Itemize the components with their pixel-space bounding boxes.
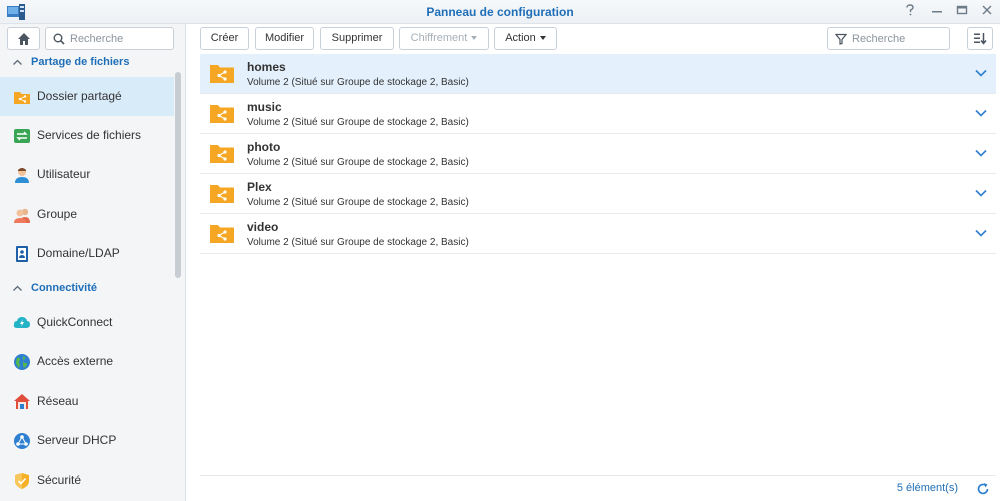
chevron-down-icon[interactable]: [974, 68, 988, 78]
chevron-down-icon[interactable]: [974, 188, 988, 198]
quickconnect-icon: [13, 317, 31, 328]
action-dropdown[interactable]: Action: [494, 27, 557, 50]
filter-icon: [835, 33, 847, 45]
window-title: Panneau de configuration: [426, 5, 574, 19]
encryption-dropdown[interactable]: Chiffrement: [399, 27, 489, 50]
dhcp-server-icon: [14, 433, 30, 449]
folder-description: Volume 2 (Situé sur Groupe de stockage 2…: [247, 197, 469, 208]
sidebar-item-external-access[interactable]: Accès externe: [0, 342, 174, 381]
action-label: Action: [505, 32, 536, 44]
sidebar-item-label: Serveur DHCP: [37, 433, 117, 447]
sidebar-item-label: Réseau: [37, 394, 79, 408]
sort-button[interactable]: [967, 27, 993, 50]
sidebar-item-label: Accès externe: [37, 354, 114, 368]
edit-button[interactable]: Modifier: [255, 27, 314, 50]
search-icon: [53, 33, 65, 45]
folder-description: Volume 2 (Situé sur Groupe de stockage 2…: [247, 157, 469, 168]
item-count: 5 élément(s): [896, 482, 958, 494]
chevron-down-icon[interactable]: [974, 108, 988, 118]
filter-search-input[interactable]: [852, 31, 946, 47]
sort-icon: [974, 33, 987, 45]
folder-name: homes: [247, 60, 286, 74]
sidebar-search: [45, 27, 174, 50]
shared-folder-list: homes Volume 2 (Situé sur Groupe de stoc…: [200, 54, 996, 254]
shared-folder-icon: [14, 92, 30, 104]
list-item[interactable]: photo Volume 2 (Situé sur Groupe de stoc…: [200, 134, 996, 174]
list-item[interactable]: music Volume 2 (Situé sur Groupe de stoc…: [200, 94, 996, 134]
control-panel-window: Panneau de configuration Recherche Parta…: [0, 0, 1000, 501]
main-panel: Créer Modifier Supprimer Chiffrement Act…: [187, 24, 1000, 501]
file-services-icon: [14, 129, 30, 143]
folder-name: video: [247, 220, 279, 234]
refresh-icon[interactable]: [976, 482, 990, 496]
shared-folder-icon: [210, 185, 234, 203]
section-file-sharing[interactable]: Partage de fichiers: [0, 53, 174, 73]
sidebar-item-shared-folder[interactable]: Dossier partagé: [0, 77, 174, 116]
sidebar-item-label: Utilisateur: [37, 167, 91, 181]
sidebar-item-domain-ldap[interactable]: Domaine/LDAP: [0, 234, 174, 273]
shared-folder-icon: [210, 145, 234, 163]
home-icon: [18, 33, 30, 45]
sidebar: Partage de fichiers Dossier partagé Serv…: [0, 24, 186, 501]
sidebar-item-quickconnect[interactable]: QuickConnect: [0, 303, 174, 342]
shared-folder-icon: [210, 105, 234, 123]
create-button[interactable]: Créer: [200, 27, 249, 50]
chevron-down-icon[interactable]: [974, 148, 988, 158]
folder-name: Plex: [247, 180, 272, 194]
external-access-icon: [14, 354, 30, 370]
list-item[interactable]: Plex Volume 2 (Situé sur Groupe de stock…: [200, 174, 996, 214]
filter-search: [827, 27, 950, 50]
sidebar-item-label: QuickConnect: [37, 315, 113, 329]
folder-description: Volume 2 (Situé sur Groupe de stockage 2…: [247, 237, 469, 248]
sidebar-item-security[interactable]: Sécurité: [0, 461, 174, 500]
sidebar-item-label: Groupe: [37, 207, 78, 221]
network-icon: [14, 394, 30, 409]
folder-name: photo: [247, 140, 281, 154]
home-button[interactable]: [7, 27, 40, 50]
close-icon[interactable]: [980, 4, 994, 18]
sidebar-item-label: Sécurité: [37, 473, 82, 487]
caret-down-icon: [471, 36, 478, 41]
sidebar-item-label: Services de fichiers: [37, 128, 142, 142]
shared-folder-icon: [210, 65, 234, 83]
sidebar-item-user[interactable]: Utilisateur: [0, 155, 174, 194]
folder-name: music: [247, 100, 282, 114]
sidebar-item-dhcp-server[interactable]: Serveur DHCP: [0, 421, 174, 460]
sidebar-item-label: Domaine/LDAP: [37, 246, 120, 260]
shared-folder-icon: [210, 225, 234, 243]
group-icon: [14, 208, 30, 223]
sidebar-item-group[interactable]: Groupe: [0, 195, 174, 234]
maximize-icon[interactable]: [955, 4, 969, 18]
section-label: Connectivité: [31, 282, 98, 294]
folder-description: Volume 2 (Situé sur Groupe de stockage 2…: [247, 77, 469, 88]
caret-down-icon: [539, 36, 546, 41]
sidebar-search-input[interactable]: [70, 31, 170, 47]
shield-icon: [15, 473, 29, 489]
sidebar-scrollbar[interactable]: [175, 72, 181, 278]
list-footer: 5 élément(s): [200, 475, 996, 501]
folder-description: Volume 2 (Situé sur Groupe de stockage 2…: [247, 117, 469, 128]
section-connectivity[interactable]: Connectivité: [0, 279, 174, 299]
domain-ldap-icon: [16, 246, 28, 262]
delete-button[interactable]: Supprimer: [320, 27, 394, 50]
chevron-down-icon[interactable]: [974, 228, 988, 238]
list-item[interactable]: video Volume 2 (Situé sur Groupe de stoc…: [200, 214, 996, 254]
help-icon[interactable]: [903, 4, 917, 18]
minimize-icon[interactable]: [930, 4, 944, 18]
user-icon: [15, 168, 29, 183]
list-item[interactable]: homes Volume 2 (Situé sur Groupe de stoc…: [200, 54, 996, 94]
chevron-up-icon: [13, 285, 22, 291]
title-bar: Panneau de configuration: [0, 0, 1000, 24]
sidebar-item-file-services[interactable]: Services de fichiers: [0, 116, 174, 155]
sidebar-item-network[interactable]: Réseau: [0, 382, 174, 421]
chevron-up-icon: [13, 59, 22, 65]
sidebar-item-label: Dossier partagé: [37, 89, 122, 103]
encryption-label: Chiffrement: [410, 32, 468, 44]
section-label: Partage de fichiers: [31, 56, 130, 68]
